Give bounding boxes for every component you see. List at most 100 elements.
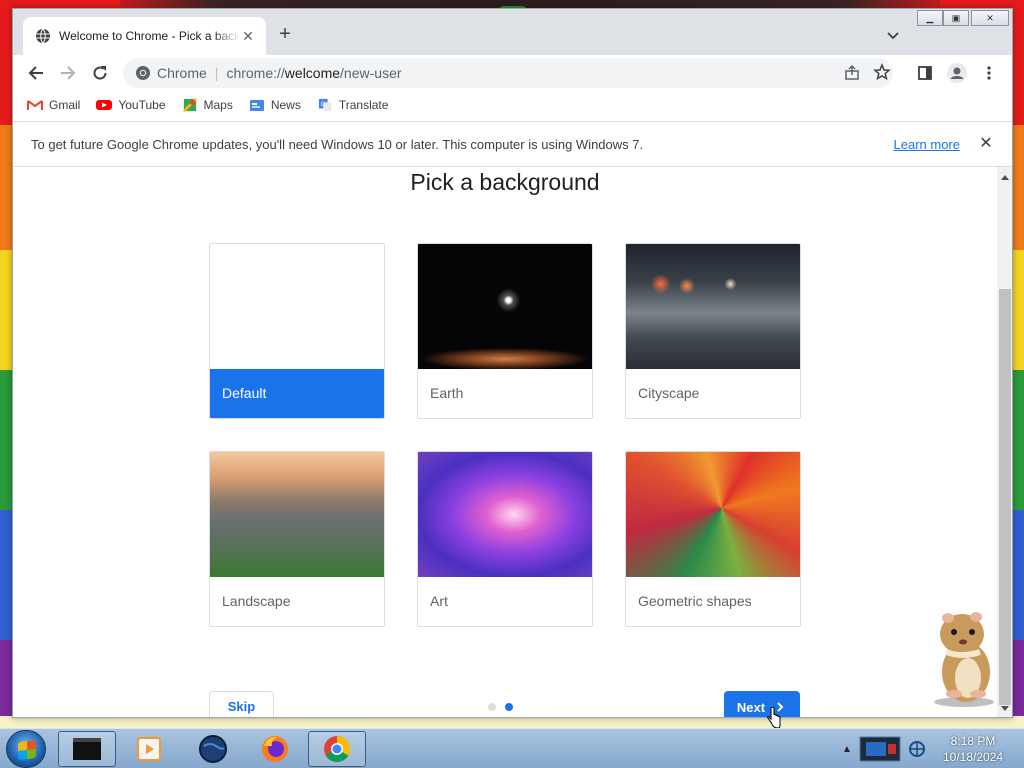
bookmark-news[interactable]: News [249, 98, 301, 112]
tab-title: Welcome to Chrome - Pick a background [59, 29, 240, 43]
forward-arrow-icon [61, 66, 76, 80]
gmail-icon [27, 100, 43, 110]
taskbar-clock[interactable]: 8:18 PM 10/18/2024 [930, 733, 1016, 765]
windows-logo-icon [18, 740, 36, 760]
windows-taskbar: ▲ 8:18 PM 10/18/2024 [0, 728, 1024, 768]
tab-close-icon[interactable]: ✕ [240, 28, 256, 44]
taskbar-app-media-player[interactable] [120, 731, 178, 767]
background-label: Geometric shapes [638, 593, 752, 609]
bookmark-label: Translate [338, 98, 389, 112]
globe-icon [36, 28, 50, 44]
step-dot-active [505, 703, 513, 711]
tab-strip: Welcome to Chrome - Pick a background ✕ … [13, 9, 1012, 55]
network-icon[interactable] [908, 740, 926, 758]
background-label: Art [430, 593, 448, 609]
omnibox-separator: | [214, 65, 219, 81]
side-panel-icon [918, 66, 932, 80]
close-window-button[interactable]: ✕ [971, 10, 1009, 26]
bookmark-star-icon[interactable] [873, 63, 891, 81]
profile-button[interactable] [945, 61, 969, 85]
command-window-icon [73, 738, 101, 760]
background-label: Default [210, 369, 384, 418]
chrome-window: Welcome to Chrome - Pick a background ✕ … [12, 8, 1013, 718]
tab-welcome[interactable]: Welcome to Chrome - Pick a background ✕ [23, 17, 266, 55]
next-button-label: Next [736, 699, 766, 715]
background-card-earth[interactable]: Earth [417, 243, 593, 419]
tab-search-icon[interactable] [885, 27, 901, 43]
bookmark-youtube[interactable]: YouTube [96, 98, 166, 112]
side-panel-button[interactable] [913, 61, 937, 85]
news-icon [249, 100, 264, 111]
background-card-art[interactable]: Art [417, 451, 593, 627]
bookmark-label: Gmail [49, 98, 81, 112]
back-button[interactable] [24, 61, 48, 85]
taskbar-app-command-window[interactable] [58, 731, 116, 767]
minimize-button[interactable]: ▁ [917, 10, 943, 26]
next-button[interactable]: Next [724, 691, 800, 717]
address-bar[interactable]: Chrome | chrome://welcome/new-user [123, 58, 893, 88]
firefox-icon [262, 736, 288, 762]
update-infobar: To get future Google Chrome updates, you… [13, 121, 1012, 167]
toolbar: Chrome | chrome://welcome/new-user [13, 55, 1012, 91]
background-label: Earth [430, 385, 464, 401]
youtube-icon [96, 100, 113, 110]
chrome-icon [324, 735, 351, 763]
scroll-down-arrow-icon[interactable] [1001, 706, 1009, 711]
background-thumbnail [418, 244, 592, 369]
step-dot [488, 703, 496, 711]
infobar-close-icon[interactable]: ✕ [978, 136, 994, 152]
background-thumbnail [210, 452, 384, 577]
bookmark-label: Maps [203, 98, 233, 112]
background-card-cityscape[interactable]: Cityscape [625, 243, 801, 419]
page-title: Pick a background [410, 169, 600, 195]
background-card-landscape[interactable]: Landscape [209, 451, 385, 627]
maps-icon [182, 98, 197, 112]
share-icon[interactable] [843, 64, 861, 82]
taskbar-app-globe[interactable] [184, 731, 242, 767]
bookmark-maps[interactable]: Maps [182, 98, 233, 112]
system-tray: ▲ [842, 731, 926, 767]
scroll-up-arrow-icon[interactable] [1001, 175, 1009, 180]
clock-date: 10/18/2024 [942, 750, 1004, 764]
show-hidden-icons-icon[interactable]: ▲ [842, 744, 852, 755]
three-dots-menu-icon [987, 66, 991, 80]
background-thumbnail [626, 452, 800, 577]
reload-button[interactable] [88, 61, 112, 85]
svg-text:G: G [320, 101, 325, 108]
monitor-app-icon[interactable] [858, 734, 902, 764]
new-tab-button[interactable]: + [275, 24, 295, 45]
background-card-default[interactable]: Default [209, 243, 385, 419]
bookmarks-bar: Gmail YouTube Maps News G Translate [13, 91, 1012, 119]
taskbar-app-chrome[interactable] [308, 731, 366, 767]
clock-time: 8:18 PM [950, 734, 996, 748]
bookmark-label: News [270, 98, 301, 112]
back-arrow-icon [28, 66, 43, 80]
bookmark-translate[interactable]: G Translate [317, 98, 389, 112]
chrome-logo-icon [136, 66, 150, 80]
reload-icon [93, 66, 107, 80]
background-card-geometric-shapes[interactable]: Geometric shapes [625, 451, 801, 627]
background-label: Landscape [222, 593, 291, 609]
forward-button[interactable] [56, 61, 80, 85]
menu-button[interactable] [977, 61, 1001, 85]
learn-more-link[interactable]: Learn more [894, 137, 960, 152]
media-player-icon [137, 737, 161, 761]
url-text: chrome://welcome/new-user [226, 65, 402, 81]
infobar-message: To get future Google Chrome updates, you… [31, 136, 644, 152]
taskbar-app-firefox[interactable] [246, 731, 304, 767]
welcome-page: Pick a background Default Earth Cityscap… [13, 167, 997, 717]
site-name: Chrome [157, 65, 207, 81]
hamster-desktop-gadget [934, 612, 994, 707]
mouse-cursor-icon [767, 707, 781, 729]
globe-app-icon [199, 735, 227, 763]
step-indicator [488, 703, 522, 711]
profile-avatar-icon [947, 63, 967, 83]
maximize-button[interactable]: ▣ [943, 10, 969, 26]
background-thumbnail [418, 452, 592, 577]
bookmark-label: YouTube [118, 98, 166, 112]
bookmark-gmail[interactable]: Gmail [27, 98, 80, 112]
start-button[interactable] [6, 730, 46, 768]
skip-button[interactable]: Skip [209, 691, 274, 717]
background-label: Cityscape [638, 385, 700, 401]
translate-icon: G [318, 98, 331, 112]
